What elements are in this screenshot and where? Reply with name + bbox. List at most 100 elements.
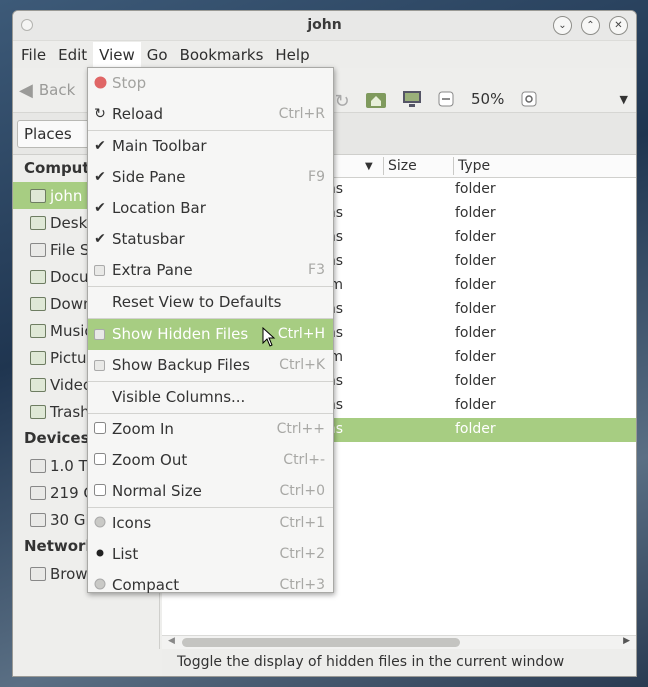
menu-item-label: Side Pane	[112, 168, 186, 186]
music-folder-icon	[30, 323, 46, 338]
view-menu-item[interactable]: Compact Ctrl+3	[88, 570, 333, 601]
menu-go[interactable]: Go	[141, 42, 174, 68]
file-type: folder	[455, 277, 496, 293]
menu-item-shortcut: Ctrl+R	[278, 106, 325, 122]
toolbar-overflow-icon[interactable]: ▼	[620, 93, 628, 106]
computer-button[interactable]	[401, 89, 423, 109]
view-menu-item[interactable]: Reset View to Defaults	[88, 287, 333, 318]
file-type: folder	[455, 181, 496, 197]
drive-icon	[30, 242, 46, 257]
menu-item-shortcut: Ctrl+3	[279, 577, 325, 593]
menu-item-label: Main Toolbar	[112, 137, 207, 155]
view-menu-item[interactable]: Stop	[88, 68, 333, 99]
menu-item-label: Location Bar	[112, 199, 206, 217]
desktop-folder-icon	[30, 215, 46, 230]
zoom-icon	[94, 484, 106, 498]
drive-icon	[30, 458, 46, 473]
view-menu-item[interactable]: Visible Columns...	[88, 382, 333, 413]
zoom-icon	[94, 422, 106, 436]
window-title: john	[307, 17, 342, 33]
zoom-level: 50%	[471, 90, 505, 108]
menu-item-label: Stop	[112, 74, 147, 92]
view-menu-item[interactable]: Extra Pane F3	[88, 255, 333, 286]
check-icon: ✔	[94, 169, 106, 185]
menu-item-label: Zoom In	[112, 420, 174, 438]
titlebar: john ⌄ ⌃ ✕	[13, 11, 636, 41]
view-menu-item[interactable]: Zoom In Ctrl++	[88, 414, 333, 445]
view-menu-item[interactable]: ✔ Main Toolbar	[88, 131, 333, 162]
view-menu-item[interactable]: Normal Size Ctrl+0	[88, 476, 333, 507]
documents-folder-icon	[30, 269, 46, 284]
menu-item-shortcut: F3	[308, 262, 325, 278]
view-menu-item[interactable]: ✔ Side Pane F9	[88, 162, 333, 193]
scroll-left-icon[interactable]: ◀	[168, 636, 175, 646]
zoom-in-button[interactable]	[518, 89, 540, 109]
file-type: folder	[455, 325, 496, 341]
videos-folder-icon	[30, 377, 46, 392]
view-menu-item[interactable]: Show Backup Files Ctrl+K	[88, 350, 333, 381]
menu-item-shortcut: Ctrl+H	[277, 326, 325, 342]
downloads-folder-icon	[30, 296, 46, 311]
menubar: File Edit View Go Bookmarks Help	[13, 41, 636, 68]
places-select[interactable]: Places	[17, 119, 95, 148]
maximize-button[interactable]: ⌃	[581, 16, 600, 35]
menu-edit[interactable]: Edit	[52, 42, 93, 68]
scrollbar-thumb[interactable]	[182, 638, 460, 647]
menu-item-label: Statusbar	[112, 230, 185, 248]
menu-bookmarks[interactable]: Bookmarks	[174, 42, 270, 68]
reload-icon[interactable]: ↻	[331, 91, 353, 112]
view-menu-dropdown: Stop ↻ Reload Ctrl+R ✔ Main Toolbar ✔ Side Pane…	[87, 67, 334, 594]
network-icon	[30, 566, 46, 581]
file-type: folder	[455, 205, 496, 221]
menu-item-shortcut: F9	[308, 169, 325, 185]
menu-item-label: Show Backup Files	[112, 356, 250, 374]
reload-icon: ↻	[94, 106, 106, 122]
zoom-out-icon	[438, 91, 454, 107]
pictures-folder-icon	[30, 350, 46, 365]
mouse-cursor-icon	[262, 327, 276, 347]
menu-item-shortcut: Ctrl+1	[279, 515, 325, 531]
sidebar-item-label: john	[50, 186, 83, 205]
sidebar-item-label: Trash	[50, 402, 90, 421]
file-type: folder	[455, 421, 496, 437]
menu-item-label: Zoom Out	[112, 451, 188, 469]
view-menu-item[interactable]: Show Hidden Files Ctrl+H	[88, 319, 333, 350]
scroll-right-icon[interactable]: ▶	[623, 636, 630, 646]
file-type: folder	[455, 373, 496, 389]
file-type: folder	[455, 253, 496, 269]
menu-view[interactable]: View	[93, 41, 141, 68]
view-menu-item[interactable]: ↻ Reload Ctrl+R	[88, 99, 333, 130]
statusbar: Toggle the display of hidden files in th…	[162, 649, 636, 676]
menu-help[interactable]: Help	[269, 42, 315, 68]
menu-item-shortcut: Ctrl+0	[279, 483, 325, 499]
horizontal-scrollbar[interactable]: ◀ ▶	[162, 635, 636, 649]
home-folder-icon	[366, 93, 386, 108]
view-menu-item[interactable]: List Ctrl+2	[88, 539, 333, 570]
computer-icon	[403, 91, 421, 107]
view-menu-item[interactable]: Icons Ctrl+1	[88, 508, 333, 539]
radio-icon	[94, 578, 106, 592]
menu-item-label: List	[112, 545, 139, 563]
back-button[interactable]: ◀ Back	[19, 80, 75, 101]
minimize-button[interactable]: ⌄	[553, 16, 572, 35]
sort-indicator-icon[interactable]: ▼	[365, 161, 373, 172]
view-menu-item[interactable]: ✔ Location Bar	[88, 193, 333, 224]
menu-item-label: Extra Pane	[112, 261, 193, 279]
view-menu-item[interactable]: ✔ Statusbar	[88, 224, 333, 255]
menu-item-label: Visible Columns...	[112, 388, 246, 406]
close-button[interactable]: ✕	[609, 16, 628, 35]
home-button[interactable]	[365, 89, 387, 109]
column-type[interactable]: Type	[458, 158, 490, 174]
zoom-out-button[interactable]	[435, 89, 457, 109]
back-label: Back	[38, 81, 76, 99]
view-menu-item[interactable]: Zoom Out Ctrl+-	[88, 445, 333, 476]
trash-icon	[30, 404, 46, 419]
menu-item-shortcut: Ctrl++	[276, 421, 325, 437]
menu-file[interactable]: File	[15, 42, 52, 68]
stop-icon	[94, 76, 107, 90]
file-type: folder	[455, 349, 496, 365]
home-folder-icon	[30, 188, 46, 203]
column-size[interactable]: Size	[388, 158, 417, 174]
file-type: folder	[455, 397, 496, 413]
file-type: folder	[455, 229, 496, 245]
